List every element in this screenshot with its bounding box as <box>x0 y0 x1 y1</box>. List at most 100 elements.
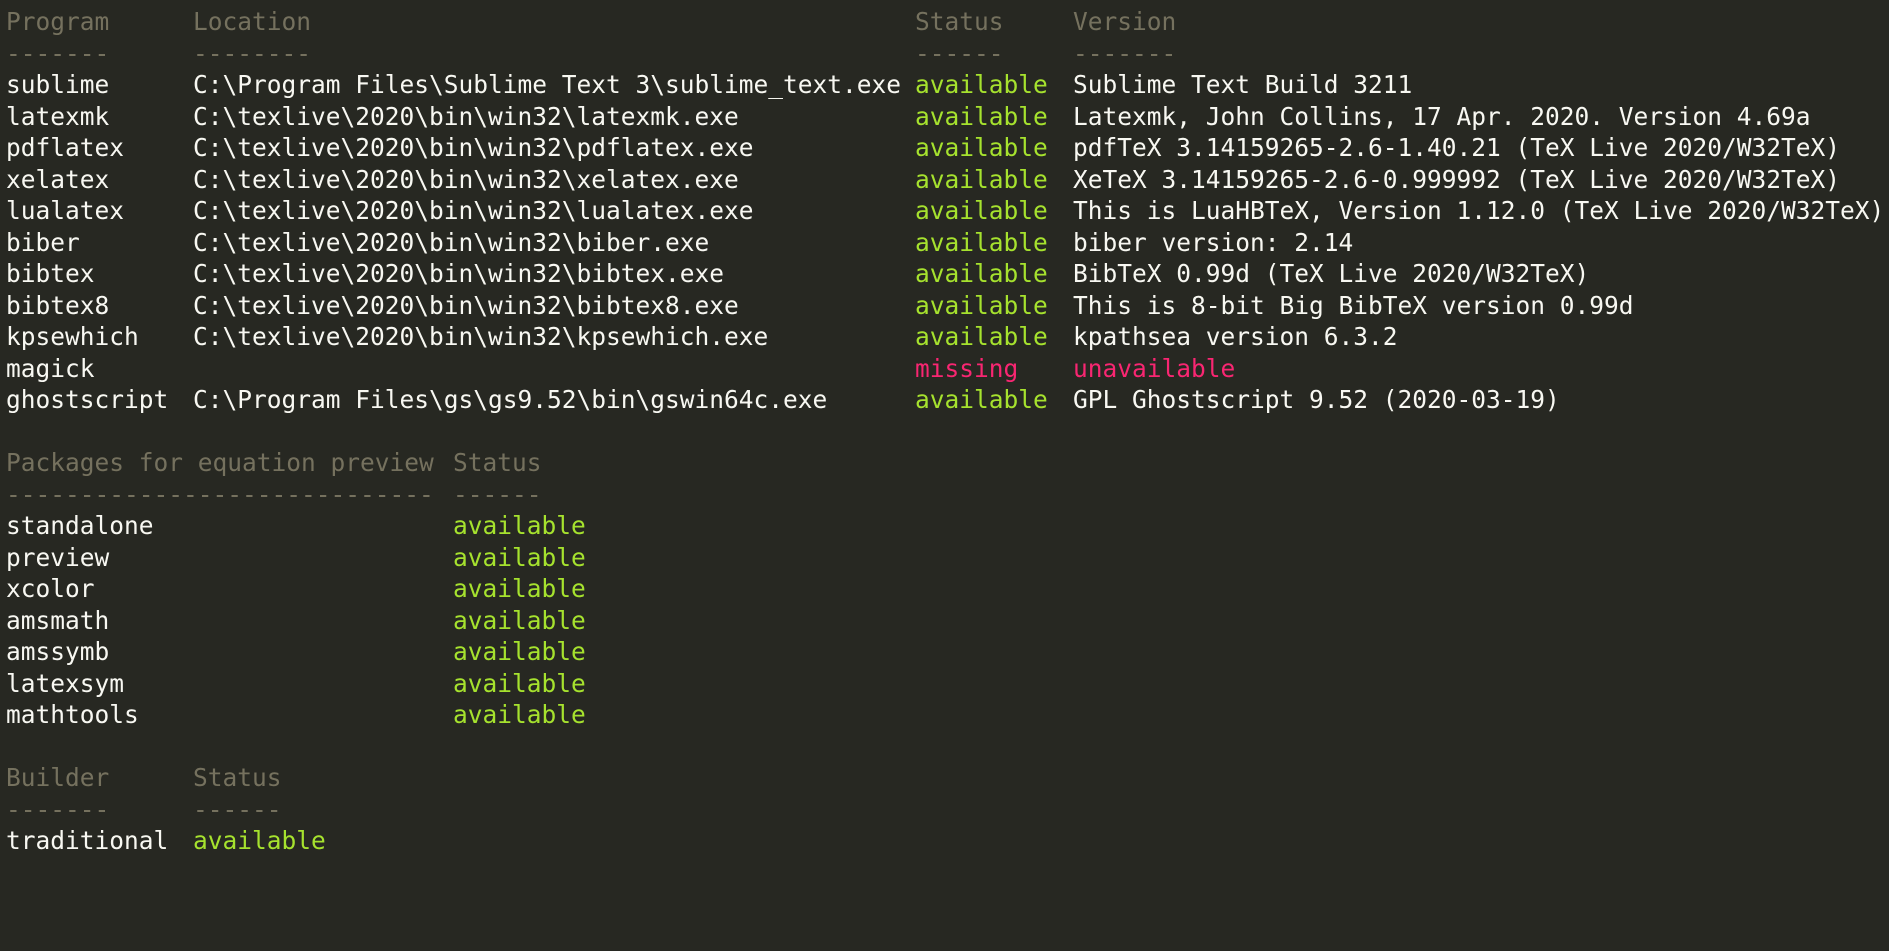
programs-divider-location: -------- <box>193 38 312 68</box>
program-name: ghostscript <box>6 385 169 414</box>
program-location: C:\texlive\2020\bin\win32\kpsewhich.exe <box>193 322 769 351</box>
program-row-biber: biber C:\texlive\2020\bin\win32\biber.ex… <box>6 227 1889 259</box>
package-row-amssymb: amssymb available <box>6 636 1889 668</box>
package-status: available <box>453 700 586 729</box>
package-name: xcolor <box>6 574 95 603</box>
builders-divider-status: ------ <box>193 794 282 824</box>
program-location: C:\texlive\2020\bin\win32\latexmk.exe <box>193 101 739 131</box>
package-row-standalone: standalone available <box>6 510 1889 542</box>
program-location: C:\Program Files\Sublime Text 3\sublime_… <box>193 70 902 99</box>
program-name: xelatex <box>6 164 110 194</box>
program-status: available <box>915 101 1048 131</box>
packages-header-row: Packages for equation preview Status <box>6 447 1889 479</box>
program-location: C:\texlive\2020\bin\win32\bibtex8.exe <box>193 290 739 320</box>
packages-header-name: Packages for equation preview <box>6 448 434 477</box>
program-version: Latexmk, John Collins, 17 Apr. 2020. Ver… <box>1073 101 1811 131</box>
terminal-output: Program Location Status Version ------- … <box>0 0 1889 876</box>
packages-divider-status: ------ <box>453 479 542 509</box>
package-name: mathtools <box>6 700 139 729</box>
programs-divider-status: ------ <box>915 38 1004 68</box>
program-version: biber version: 2.14 <box>1073 227 1354 257</box>
builders-header-status: Status <box>193 763 282 792</box>
program-name: latexmk <box>6 101 110 131</box>
programs-header-status: Status <box>915 7 1004 36</box>
packages-divider-row: ----------------------------- ------ <box>6 479 1889 511</box>
program-name: sublime <box>6 70 110 99</box>
program-status: available <box>915 227 1048 257</box>
package-name: standalone <box>6 511 154 540</box>
program-status: available <box>915 133 1048 162</box>
program-row-ghostscript: ghostscript C:\Program Files\gs\gs9.52\b… <box>6 384 1889 416</box>
package-name: latexsym <box>6 668 125 698</box>
builder-status: available <box>193 826 326 855</box>
programs-header-program: Program <box>6 7 110 36</box>
builders-header-name: Builder <box>6 763 110 792</box>
package-status: available <box>453 605 586 635</box>
program-row-sublime: sublime C:\Program Files\Sublime Text 3\… <box>6 69 1889 101</box>
program-row-xelatex: xelatex C:\texlive\2020\bin\win32\xelate… <box>6 164 1889 196</box>
program-status: available <box>915 196 1048 225</box>
program-status: missing <box>915 353 1019 383</box>
program-status: available <box>915 290 1048 320</box>
programs-header-version: Version <box>1073 7 1177 36</box>
builders-divider-name: ------- <box>6 794 110 824</box>
program-location: C:\texlive\2020\bin\win32\biber.exe <box>193 227 710 257</box>
package-status: available <box>453 668 586 698</box>
program-status: available <box>915 70 1048 99</box>
program-status: available <box>915 164 1048 194</box>
program-version: BibTeX 0.99d (TeX Live 2020/W32TeX) <box>1073 259 1590 288</box>
programs-divider-version: ------- <box>1073 38 1177 68</box>
package-name: preview <box>6 542 110 572</box>
program-version: unavailable <box>1073 353 1236 383</box>
program-row-magick: magick missing unavailable <box>6 353 1889 385</box>
program-row-kpsewhich: kpsewhich C:\texlive\2020\bin\win32\kpse… <box>6 321 1889 353</box>
builders-header-row: Builder Status <box>6 762 1889 794</box>
program-version: kpathsea version 6.3.2 <box>1073 322 1398 351</box>
programs-divider-row: ------- -------- ------ ------- <box>6 38 1889 70</box>
programs-header-row: Program Location Status Version <box>6 6 1889 38</box>
package-name: amsmath <box>6 605 110 635</box>
program-version: XeTeX 3.14159265-2.6-0.999992 (TeX Live … <box>1073 164 1841 194</box>
builder-name: traditional <box>6 826 169 855</box>
package-status: available <box>453 542 586 572</box>
program-version: Sublime Text Build 3211 <box>1073 70 1413 99</box>
program-name: lualatex <box>6 196 125 225</box>
program-version: This is 8-bit Big BibTeX version 0.99d <box>1073 290 1634 320</box>
program-name: magick <box>6 353 95 383</box>
builder-row-traditional: traditional available <box>6 825 1889 857</box>
program-row-pdflatex: pdflatex C:\texlive\2020\bin\win32\pdfla… <box>6 132 1889 164</box>
package-status: available <box>453 637 586 666</box>
program-name: pdflatex <box>6 133 125 162</box>
program-row-bibtex: bibtex C:\texlive\2020\bin\win32\bibtex.… <box>6 258 1889 290</box>
program-location: C:\Program Files\gs\gs9.52\bin\gswin64c.… <box>193 385 828 414</box>
program-row-bibtex8: bibtex8 C:\texlive\2020\bin\win32\bibtex… <box>6 290 1889 322</box>
program-version: pdfTeX 3.14159265-2.6-1.40.21 (TeX Live … <box>1073 133 1841 162</box>
program-version: GPL Ghostscript 9.52 (2020-03-19) <box>1073 385 1560 414</box>
program-location: C:\texlive\2020\bin\win32\pdflatex.exe <box>193 133 754 162</box>
package-status: available <box>453 574 586 603</box>
program-location: C:\texlive\2020\bin\win32\xelatex.exe <box>193 164 739 194</box>
package-row-amsmath: amsmath available <box>6 605 1889 637</box>
programs-divider-program: ------- <box>6 38 110 68</box>
programs-header-location: Location <box>193 7 312 36</box>
program-name: biber <box>6 227 80 257</box>
package-row-mathtools: mathtools available <box>6 699 1889 731</box>
program-row-latexmk: latexmk C:\texlive\2020\bin\win32\latexm… <box>6 101 1889 133</box>
program-status: available <box>915 385 1048 414</box>
packages-header-status: Status <box>453 448 542 477</box>
program-status: available <box>915 322 1048 351</box>
builders-divider-row: ------- ------ <box>6 794 1889 826</box>
program-version: This is LuaHBTeX, Version 1.12.0 (TeX Li… <box>1073 196 1885 225</box>
program-name: bibtex <box>6 259 95 288</box>
program-name: bibtex8 <box>6 290 110 320</box>
packages-divider-name: ----------------------------- <box>6 479 434 509</box>
program-row-lualatex: lualatex C:\texlive\2020\bin\win32\luala… <box>6 195 1889 227</box>
package-row-preview: preview available <box>6 542 1889 574</box>
package-row-xcolor: xcolor available <box>6 573 1889 605</box>
program-name: kpsewhich <box>6 322 139 351</box>
package-status: available <box>453 511 586 540</box>
program-location: C:\texlive\2020\bin\win32\lualatex.exe <box>193 196 754 225</box>
package-name: amssymb <box>6 637 110 666</box>
